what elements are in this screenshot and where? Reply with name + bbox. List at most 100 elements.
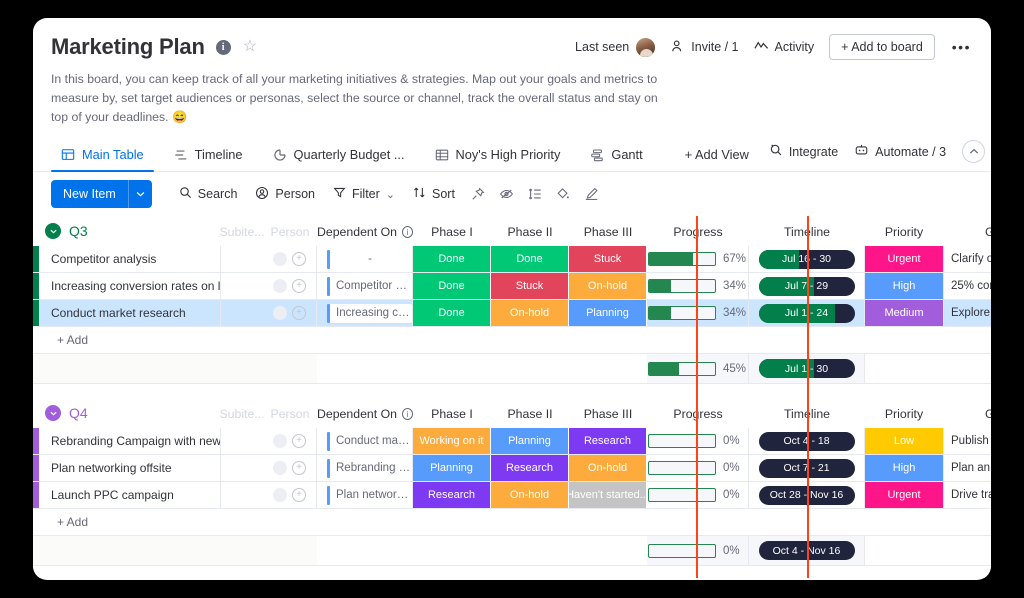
favorite-star-icon[interactable]: ☆ bbox=[243, 39, 257, 55]
row-person-cell[interactable]: + bbox=[263, 428, 317, 455]
row-person-cell[interactable]: + bbox=[263, 455, 317, 482]
row-phase1-status[interactable]: Working on it bbox=[413, 428, 491, 455]
row-phase1-status[interactable]: Done bbox=[413, 300, 491, 327]
info-icon[interactable]: i bbox=[215, 39, 231, 55]
add-item-row[interactable]: + Add bbox=[33, 509, 991, 537]
search-button[interactable]: Search bbox=[170, 182, 247, 206]
tab-main-table[interactable]: Main Table bbox=[51, 147, 154, 173]
row-priority-status[interactable]: Medium bbox=[865, 300, 943, 327]
add-person-icon[interactable]: + bbox=[292, 434, 306, 449]
row-subitems-cell[interactable] bbox=[221, 273, 263, 299]
row-phase3-status[interactable]: Research bbox=[569, 428, 647, 455]
row-progress-cell[interactable]: 0% bbox=[647, 482, 749, 509]
table-row[interactable]: Conduct market research + Increasing con… bbox=[33, 300, 991, 328]
group-collapse-icon[interactable] bbox=[45, 405, 61, 422]
row-progress-cell[interactable]: 0% bbox=[647, 455, 749, 482]
add-person-icon[interactable]: + bbox=[292, 306, 306, 321]
row-height-icon[interactable] bbox=[521, 183, 549, 205]
add-person-icon[interactable]: + bbox=[292, 488, 306, 503]
filter-button[interactable]: Filter ⌄ bbox=[324, 182, 404, 206]
row-person-cell[interactable]: + bbox=[263, 482, 317, 509]
row-dependent-on-cell[interactable]: - bbox=[317, 246, 413, 273]
row-priority-status[interactable]: High bbox=[865, 273, 943, 300]
row-dependent-on-cell[interactable]: Competitor anal... bbox=[317, 273, 413, 300]
row-goal-cell[interactable]: Clarify our main com. bbox=[943, 246, 991, 273]
row-phase3-status[interactable]: Stuck bbox=[569, 246, 647, 273]
row-item-name[interactable]: Rebranding Campaign with new lo... bbox=[39, 428, 221, 455]
add-item-label[interactable]: + Add bbox=[39, 333, 88, 347]
row-phase1-status[interactable]: Planning bbox=[413, 455, 491, 482]
add-person-icon[interactable]: + bbox=[292, 461, 306, 476]
paint-bucket-icon[interactable] bbox=[549, 183, 577, 205]
row-phase2-status[interactable]: Stuck bbox=[491, 273, 569, 300]
pin-icon[interactable] bbox=[464, 183, 492, 205]
row-phase1-status[interactable]: Done bbox=[413, 246, 491, 273]
timeline-pill[interactable]: Jul 16 - 30 bbox=[758, 249, 855, 269]
more-options-button[interactable]: ••• bbox=[950, 39, 973, 55]
row-phase3-status[interactable]: Haven't started... bbox=[569, 482, 647, 509]
row-dependent-on-cell[interactable]: Plan networking... bbox=[317, 482, 413, 509]
eye-off-icon[interactable] bbox=[492, 183, 521, 205]
add-to-board-button[interactable]: + Add to board bbox=[829, 34, 935, 60]
group-title[interactable]: Q3 bbox=[69, 223, 88, 239]
board-table[interactable]: Q3 Subite... Person Dependent On i Phase… bbox=[33, 216, 991, 579]
row-phase1-status[interactable]: Done bbox=[413, 273, 491, 300]
row-phase2-status[interactable]: On-hold bbox=[491, 482, 569, 509]
new-item-button-group[interactable]: New Item bbox=[51, 180, 152, 209]
sort-button[interactable]: Sort bbox=[404, 182, 464, 206]
new-item-button[interactable]: New Item bbox=[51, 180, 128, 209]
collapse-header-button[interactable] bbox=[962, 140, 986, 164]
add-item-label[interactable]: + Add bbox=[39, 515, 88, 529]
table-row[interactable]: Plan networking offsite + Rebranding Ca.… bbox=[33, 455, 991, 483]
row-item-name[interactable]: Launch PPC campaign bbox=[39, 482, 221, 509]
group-collapse-icon[interactable] bbox=[45, 223, 61, 240]
row-goal-cell[interactable]: Drive traffic to surpas. bbox=[943, 482, 991, 509]
table-row[interactable]: Competitor analysis + - Done Done Stuck … bbox=[33, 246, 991, 274]
row-subitems-cell[interactable] bbox=[221, 428, 263, 454]
row-priority-status[interactable]: High bbox=[865, 455, 943, 482]
automate-button[interactable]: Automate / 3 bbox=[854, 143, 946, 160]
row-item-name[interactable]: Conduct market research bbox=[39, 300, 221, 327]
row-subitems-cell[interactable] bbox=[221, 455, 263, 481]
row-person-cell[interactable]: + bbox=[263, 300, 317, 327]
row-subitems-cell[interactable] bbox=[221, 246, 263, 272]
table-row[interactable]: Launch PPC campaign + Plan networking...… bbox=[33, 482, 991, 510]
row-timeline-cell[interactable]: Oct 4 - 18 bbox=[749, 428, 865, 455]
row-dependent-on-cell[interactable]: Rebranding Ca... bbox=[317, 455, 413, 482]
timeline-pill[interactable]: Jul 1 - 24 bbox=[758, 303, 855, 323]
row-phase2-status[interactable]: Planning bbox=[491, 428, 569, 455]
row-priority-status[interactable]: Urgent bbox=[865, 246, 943, 273]
tab-noys-high-priority[interactable]: Noy's High Priority bbox=[425, 147, 571, 171]
row-subitems-cell[interactable] bbox=[221, 482, 263, 508]
row-timeline-cell[interactable]: Jul 7 - 29 bbox=[749, 273, 865, 300]
row-progress-cell[interactable]: 67% bbox=[647, 246, 749, 273]
row-phase1-status[interactable]: Research bbox=[413, 482, 491, 509]
row-priority-status[interactable]: Urgent bbox=[865, 482, 943, 509]
row-goal-cell[interactable]: Publish a new and up. bbox=[943, 428, 991, 455]
row-progress-cell[interactable]: 34% bbox=[647, 273, 749, 300]
person-filter-button[interactable]: Person bbox=[246, 182, 324, 207]
row-timeline-cell[interactable]: Oct 7 - 21 bbox=[749, 455, 865, 482]
row-goal-cell[interactable]: Explore desired mark. bbox=[943, 300, 991, 327]
invite-button[interactable]: Invite / 1 bbox=[671, 39, 739, 56]
integrate-button[interactable]: Integrate bbox=[769, 143, 838, 160]
add-person-icon[interactable]: + bbox=[292, 279, 306, 294]
activity-button[interactable]: Activity bbox=[753, 39, 814, 55]
row-item-name[interactable]: Increasing conversion rates on lan... bbox=[39, 273, 221, 300]
add-person-icon[interactable]: + bbox=[292, 252, 306, 267]
timeline-pill[interactable]: Oct 28 - Nov 16 bbox=[758, 485, 855, 505]
row-timeline-cell[interactable]: Jul 1 - 24 bbox=[749, 300, 865, 327]
row-phase3-status[interactable]: On-hold bbox=[569, 455, 647, 482]
table-row[interactable]: Increasing conversion rates on lan... + … bbox=[33, 273, 991, 301]
group-title[interactable]: Q4 bbox=[69, 405, 88, 421]
row-priority-status[interactable]: Low bbox=[865, 428, 943, 455]
tab-gantt[interactable]: Gantt bbox=[580, 147, 652, 171]
tab-timeline[interactable]: Timeline bbox=[164, 147, 253, 171]
row-goal-cell[interactable]: Plan an offsite to hel. bbox=[943, 455, 991, 482]
row-goal-cell[interactable]: 25% conversion rate bbox=[943, 273, 991, 300]
row-item-name[interactable]: Competitor analysis bbox=[39, 246, 221, 273]
timeline-pill[interactable]: Oct 4 - 18 bbox=[758, 431, 855, 451]
row-phase3-status[interactable]: On-hold bbox=[569, 273, 647, 300]
row-phase2-status[interactable]: Research bbox=[491, 455, 569, 482]
row-dependent-on-cell[interactable]: Conduct market... bbox=[317, 428, 413, 455]
